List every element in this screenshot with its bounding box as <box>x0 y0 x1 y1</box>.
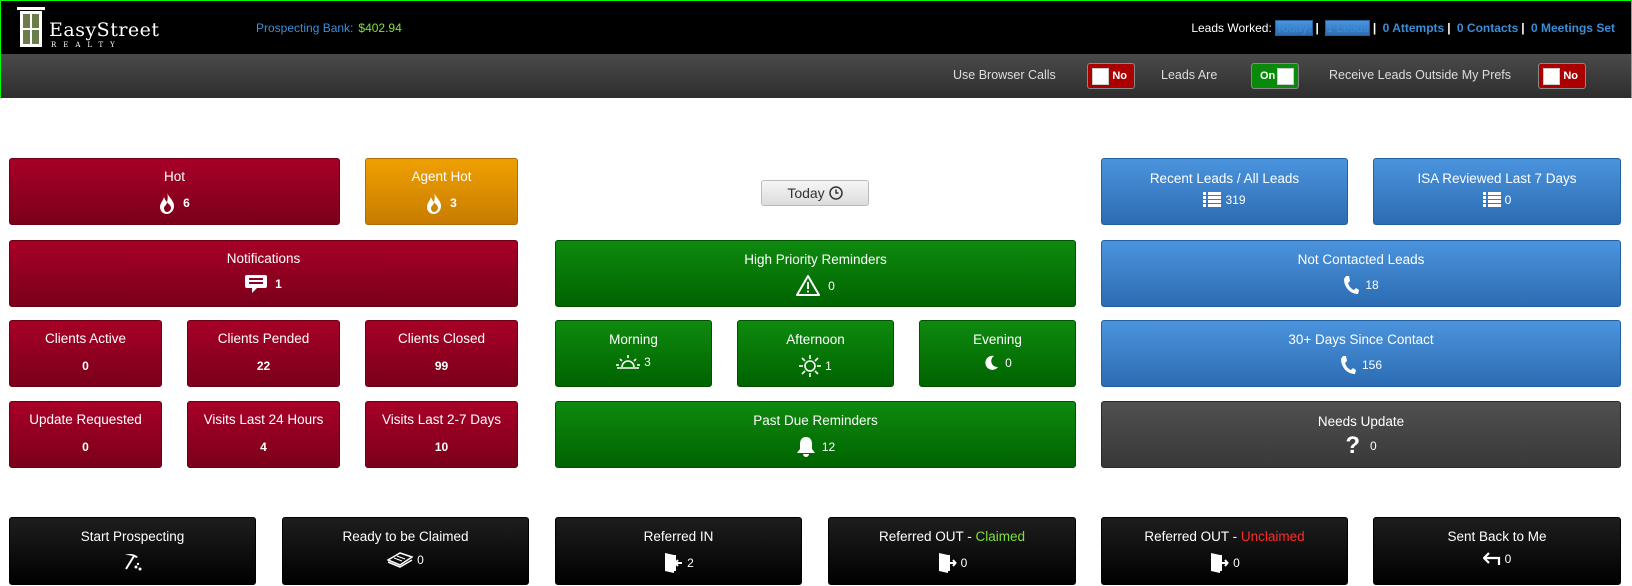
referred-out-unclaimed-count: 0 <box>1233 556 1240 571</box>
tile-referred-out-unclaimed[interactable]: Referred OUT - Unclaimed 0 <box>1101 517 1348 585</box>
list-icon <box>1482 192 1501 208</box>
tile-evening[interactable]: Evening 0 <box>919 320 1076 387</box>
tile-update-requested[interactable]: Update Requested 0 <box>9 401 162 468</box>
tile-clients-pended[interactable]: Clients Pended 22 <box>187 320 340 387</box>
tile-high-priority-reminders[interactable]: High Priority Reminders 0 <box>555 240 1076 307</box>
easystreet-logo[interactable]: EasyStreet REALTY <box>15 5 165 51</box>
comment-icon <box>245 275 268 294</box>
question-icon: ? <box>1345 432 1360 460</box>
evening-count: 0 <box>1005 356 1012 371</box>
not-contacted-count: 18 <box>1365 278 1379 293</box>
phone-icon <box>1344 276 1360 295</box>
leads-worked-summary: Leads Worked: Today: | 1 Leads | 0 Attempt… <box>1191 20 1615 36</box>
clients-closed-count: 99 <box>434 359 449 374</box>
bank-label: Prospecting Bank: <box>256 21 354 35</box>
isa-reviewed-count: 0 <box>1504 192 1512 207</box>
clock-icon <box>828 186 843 200</box>
brand-sub: REALTY <box>51 41 122 49</box>
tile-visits-24-hours[interactable]: Visits Last 24 Hours 4 <box>187 401 340 468</box>
tile-sent-back-to-me[interactable]: Sent Back to Me 0 <box>1373 517 1621 585</box>
building-icon <box>17 7 45 47</box>
referred-out-claimed-count: 0 <box>960 556 968 571</box>
list-icon <box>1203 192 1222 208</box>
door-out-icon <box>938 553 957 574</box>
tile-not-contacted-leads[interactable]: Not Contacted Leads 18 <box>1101 240 1621 307</box>
top-bar: EasyStreet REALTY Prospecting Bank: $402.… <box>0 0 1632 54</box>
tile-visits-2-7-days[interactable]: Visits Last 2-7 Days 10 <box>365 401 518 468</box>
sunrise-icon <box>616 355 641 369</box>
unclaimed-status: Unclaimed <box>1240 529 1305 544</box>
tile-needs-update[interactable]: Needs Update ? 0 <box>1101 401 1621 468</box>
tile-ready-to-be-claimed[interactable]: Ready to be Claimed 0 <box>282 517 529 585</box>
ticket-icon <box>387 552 414 569</box>
tile-past-due-reminders[interactable]: Past Due Reminders 12 <box>555 401 1076 468</box>
warning-icon <box>796 275 821 297</box>
tile-clients-closed[interactable]: Clients Closed 99 <box>365 320 518 387</box>
leads-are-label: Leads Are <box>1161 68 1218 82</box>
sun-icon <box>799 355 822 378</box>
pickaxe-icon <box>124 554 141 571</box>
hot-count: 6 <box>183 196 190 211</box>
door-out-icon <box>1211 553 1229 574</box>
sent-back-count: 0 <box>1504 552 1512 567</box>
tile-agent-hot[interactable]: Agent Hot 3 <box>365 158 518 225</box>
phone-icon <box>1340 356 1356 375</box>
today-button[interactable]: Today <box>761 180 869 206</box>
visits-24-count: 4 <box>260 440 267 455</box>
tile-recent-leads[interactable]: Recent Leads / All Leads 319 <box>1101 158 1348 225</box>
browser-calls-label: Use Browser Calls <box>953 68 1056 82</box>
tile-hot[interactable]: Hot 6 <box>9 158 340 225</box>
afternoon-count: 1 <box>825 359 832 374</box>
tile-clients-active[interactable]: Clients Active 0 <box>9 320 162 387</box>
bell-icon <box>796 437 815 458</box>
claimed-status: Claimed <box>975 529 1026 544</box>
browser-calls-toggle[interactable]: No <box>1087 63 1135 89</box>
tile-30-days-since-contact[interactable]: 30+ Days Since Contact 156 <box>1101 320 1621 387</box>
reply-icon <box>1482 552 1500 566</box>
leads-worked-meetings-link[interactable]: 0 Meetings Set <box>1531 21 1615 35</box>
days30-count: 156 <box>1361 358 1383 373</box>
leads-worked-leads-link[interactable]: 1 Leads <box>1325 20 1370 36</box>
tile-isa-reviewed[interactable]: ISA Reviewed Last 7 Days 0 <box>1373 158 1621 225</box>
tile-referred-in[interactable]: Referred IN 2 <box>555 517 802 585</box>
prospecting-bank: Prospecting Bank: $402.94 <box>256 21 402 35</box>
settings-bar: Use Browser Calls No Leads Are On Receiv… <box>0 54 1632 98</box>
tile-afternoon[interactable]: Afternoon 1 <box>737 320 894 387</box>
recent-leads-count: 319 <box>1225 192 1246 207</box>
leads-worked-label: Leads Worked: <box>1191 21 1272 35</box>
clients-active-count: 0 <box>82 359 89 374</box>
referred-in-count: 2 <box>687 556 694 571</box>
past-due-count: 12 <box>821 439 836 454</box>
moon-icon <box>985 356 999 370</box>
fire-icon <box>427 192 442 215</box>
leads-worked-attempts-link[interactable]: 0 Attempts <box>1383 21 1445 35</box>
tile-referred-out-claimed[interactable]: Referred OUT - Claimed 0 <box>828 517 1076 585</box>
agent-hot-count: 3 <box>450 196 457 211</box>
clients-pended-count: 22 <box>256 359 271 374</box>
outside-prefs-label: Receive Leads Outside My Prefs <box>1329 68 1512 82</box>
leads-worked-contacts-link[interactable]: 0 Contacts <box>1457 21 1518 35</box>
leads-worked-today: Today: <box>1275 20 1313 36</box>
tile-start-prospecting[interactable]: Start Prospecting <box>9 517 256 585</box>
needs-update-count: 0 <box>1369 439 1377 454</box>
brand-name: EasyStreet <box>49 19 160 41</box>
tile-notifications[interactable]: Notifications 1 <box>9 240 518 307</box>
notifications-count: 1 <box>275 277 282 292</box>
update-requested-count: 0 <box>82 440 89 455</box>
door-in-icon <box>665 553 683 574</box>
tile-morning[interactable]: Morning 3 <box>555 320 712 387</box>
high-priority-count: 0 <box>828 278 835 293</box>
outside-prefs-toggle[interactable]: No <box>1538 63 1586 89</box>
visits-2-7-count: 10 <box>434 440 449 455</box>
fire-icon <box>160 192 175 215</box>
morning-count: 3 <box>644 355 651 370</box>
leads-are-toggle[interactable]: On <box>1251 63 1299 89</box>
ready-claimed-count: 0 <box>417 553 424 568</box>
bank-amount: $402.94 <box>358 21 402 35</box>
